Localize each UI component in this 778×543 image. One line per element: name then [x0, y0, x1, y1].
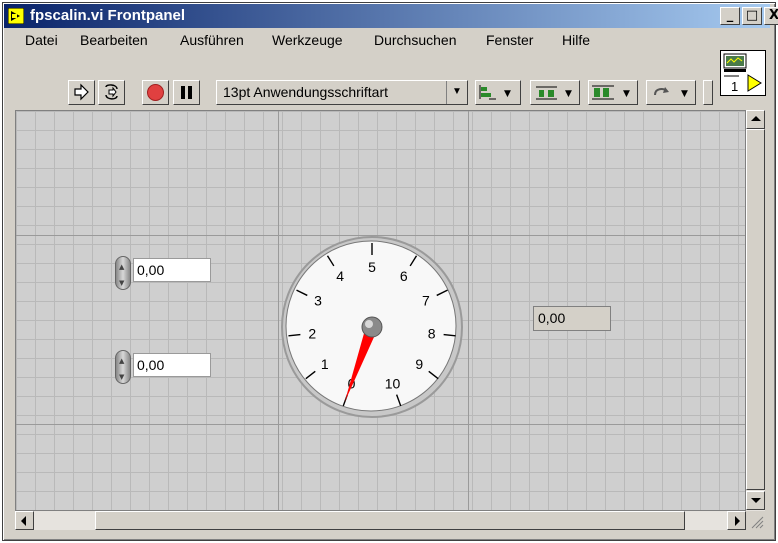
- up-arrow-icon: [751, 116, 761, 121]
- menu-fenster[interactable]: Fenster: [486, 32, 533, 48]
- stop-sign-icon: [147, 84, 164, 101]
- menu-hilfe[interactable]: Hilfe: [562, 32, 590, 48]
- pause-button[interactable]: [173, 80, 200, 105]
- gauge-indicator: 012345678910: [281, 236, 463, 418]
- window-title: fpscalin.vi Frontpanel: [30, 7, 186, 24]
- left-arrow-icon: [21, 516, 26, 526]
- gauge-scale-label: 6: [400, 268, 408, 284]
- toolbar-overflow[interactable]: [703, 80, 713, 105]
- vi-connector-icon: [723, 53, 762, 92]
- pause-icon: [181, 86, 192, 99]
- align-objects-icon: ▼: [479, 85, 511, 100]
- svg-text:▼: ▼: [623, 89, 630, 99]
- gauge-scale-label: 9: [415, 356, 423, 372]
- resize-objects-icon: ▼: [592, 85, 630, 100]
- svg-text:▼: ▼: [681, 89, 688, 99]
- abort-button[interactable]: [142, 80, 169, 105]
- minimize-button[interactable]: _: [720, 7, 740, 25]
- run-arrow-button[interactable]: [68, 80, 95, 105]
- svg-text:▼: ▼: [565, 89, 572, 99]
- menu-datei[interactable]: Datei: [25, 32, 58, 48]
- menu-ausfuehren[interactable]: Ausführen: [180, 32, 244, 48]
- reorder-icon: ▼: [654, 87, 688, 99]
- numeric1-increment-decrement-icon[interactable]: ▲ ▼: [115, 256, 131, 290]
- font-selector-label: 13pt Anwendungsschriftart: [223, 84, 388, 100]
- align-objects-button[interactable]: ▼: [475, 80, 521, 105]
- right-arrow-icon: [735, 516, 740, 526]
- grid-major-line: [16, 424, 745, 425]
- gauge-scale-label: 2: [308, 325, 316, 341]
- title-bar[interactable]: fpscalin.vi Frontpanel _ □ X: [4, 4, 778, 28]
- vertical-scrollbar[interactable]: [746, 110, 765, 511]
- numeric-indicator: 0,00: [533, 306, 611, 331]
- reorder-button[interactable]: ▼: [646, 80, 696, 105]
- gauge-scale-label: 1: [321, 356, 329, 372]
- vertical-scroll-thumb[interactable]: [746, 129, 765, 490]
- size-grip-icon: [751, 516, 764, 529]
- resize-objects-button[interactable]: ▼: [588, 80, 638, 105]
- gauge-scale-label: 5: [368, 259, 376, 275]
- run-continuously-button[interactable]: [98, 80, 125, 105]
- font-selector-dropdown-icon[interactable]: ▼: [446, 81, 467, 104]
- menu-bearbeiten[interactable]: Bearbeiten: [80, 32, 148, 48]
- size-grip[interactable]: [746, 511, 765, 530]
- scroll-right-button[interactable]: [727, 511, 746, 530]
- gauge-hub-highlight: [365, 320, 373, 328]
- connector-number: 1: [731, 79, 739, 94]
- numeric2-increment-decrement-icon[interactable]: ▲ ▼: [115, 350, 131, 384]
- down-arrow-icon: [751, 498, 761, 503]
- labview-vi-icon: [8, 8, 24, 24]
- scroll-up-button[interactable]: [746, 110, 765, 129]
- vi-icon-connector-pane[interactable]: 1: [720, 50, 766, 96]
- gauge-scale-label: 8: [428, 325, 436, 341]
- run-continuously-icon: [105, 84, 118, 100]
- gauge-scale-label: 4: [336, 268, 344, 284]
- run-arrow-icon: [74, 83, 89, 101]
- svg-text:▼: ▼: [504, 89, 511, 99]
- scroll-left-button[interactable]: [15, 511, 34, 530]
- grid-major-line: [468, 111, 469, 510]
- horizontal-scrollbar[interactable]: [15, 511, 746, 530]
- distribute-objects-button[interactable]: ▼: [530, 80, 580, 105]
- numeric-control-2[interactable]: 0,00: [133, 353, 211, 377]
- menu-werkzeuge[interactable]: Werkzeuge: [272, 32, 343, 48]
- gauge-scale-label: 7: [422, 293, 430, 309]
- numeric-control-1[interactable]: 0,00: [133, 258, 211, 282]
- font-selector[interactable]: 13pt Anwendungsschriftart ▼: [216, 80, 468, 105]
- menu-durchsuchen[interactable]: Durchsuchen: [374, 32, 457, 48]
- horizontal-scroll-thumb[interactable]: [95, 511, 685, 530]
- gauge-scale-label: 10: [385, 375, 401, 391]
- grid-major-line: [278, 111, 279, 510]
- gauge-hub: [361, 316, 383, 338]
- maximize-button[interactable]: □: [742, 7, 762, 25]
- close-button[interactable]: X: [764, 7, 778, 25]
- gauge-scale-label: 3: [314, 293, 322, 309]
- menu-bar: Datei Bearbeiten Ausführen Werkzeuge Dur…: [4, 29, 704, 51]
- distribute-objects-icon: ▼: [536, 86, 572, 100]
- scroll-down-button[interactable]: [746, 491, 765, 510]
